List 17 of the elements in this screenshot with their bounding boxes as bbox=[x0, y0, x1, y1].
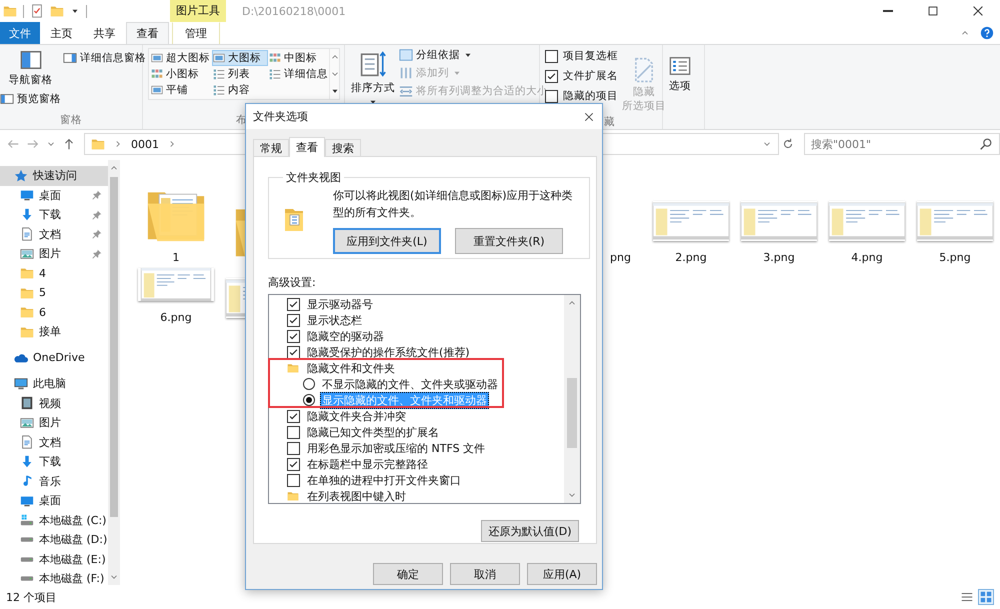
group-label: 布 bbox=[236, 114, 247, 126]
group-label: 藏 bbox=[604, 116, 615, 128]
file-name: 1 bbox=[172, 251, 180, 264]
file-name: 5.png bbox=[939, 251, 971, 264]
group-label: 窗格 bbox=[59, 113, 83, 128]
dialog-title: 文件夹选项 bbox=[253, 109, 308, 124]
group-title: 文件夹视图 bbox=[285, 170, 342, 185]
file-name: 6.png bbox=[160, 311, 192, 324]
item-count: 12 个项目 bbox=[6, 590, 56, 604]
file-name: 2.png bbox=[675, 251, 707, 264]
context-tab-label: 图片工具 bbox=[170, 0, 226, 22]
description: 你可以将此视图(如详细信息或图标)应用于这种类型的所有文件夹。 bbox=[333, 188, 574, 221]
section-label: 高级设置: bbox=[268, 276, 317, 290]
file-name: png bbox=[610, 251, 631, 264]
file-name: 4.png bbox=[851, 251, 883, 264]
file-name: 3.png bbox=[763, 251, 795, 264]
window-title: D:\20160218\0001 bbox=[242, 4, 346, 18]
